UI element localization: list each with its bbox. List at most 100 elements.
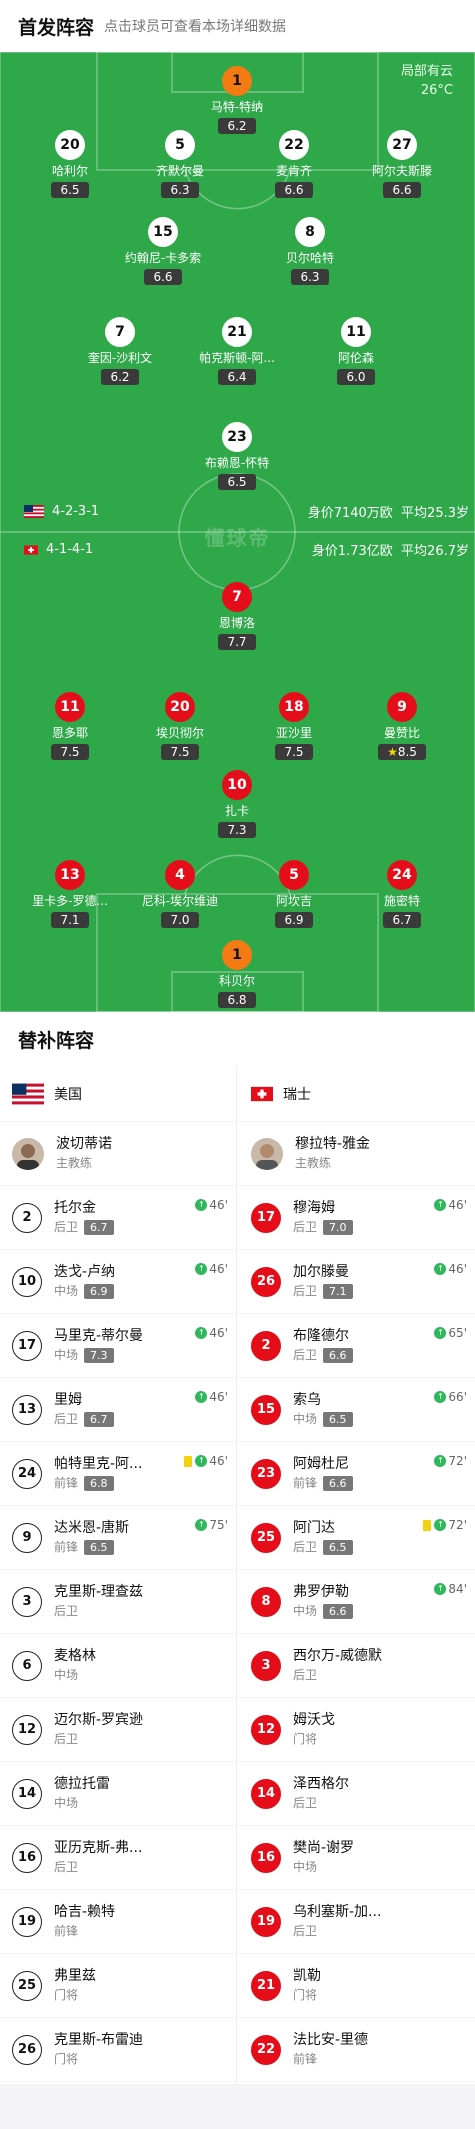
away-sub-25[interactable]: 25 阿门达 后卫 6.5 ↑ 72' bbox=[239, 1506, 475, 1570]
home-team-summary: 4-2-3-1 身价7140万欧 平均25.3岁 bbox=[24, 502, 469, 521]
player-number: 16 bbox=[12, 1842, 42, 1873]
away-sub-19[interactable]: 19 乌利塞斯-加... 后卫 bbox=[239, 1890, 475, 1954]
away-sub-22[interactable]: 22 法比安-里德 前锋 bbox=[239, 2018, 475, 2082]
away-sub-16[interactable]: 16 樊尚-谢罗 中场 bbox=[239, 1826, 475, 1890]
sub-minute: 84' bbox=[448, 1582, 467, 1596]
away-sub-15[interactable]: 15 索乌 中场 6.5 ↑ 66' bbox=[239, 1378, 475, 1442]
away-sub-26[interactable]: 26 加尔滕曼 后卫 7.1 ↑ 46' bbox=[239, 1250, 475, 1314]
home-sub-10[interactable]: 10 迭戈-卢纳 中场 6.9 ↑ 46' bbox=[0, 1250, 236, 1314]
player-position-line: 前锋 bbox=[293, 2050, 368, 2068]
player-rating: 6.7 bbox=[84, 1219, 114, 1235]
away-coach-row[interactable]: 穆拉特-雅金 主教练 bbox=[239, 1122, 475, 1186]
home-sub-9[interactable]: 9 达米恩-唐斯 前锋 6.5 ↑ 75' bbox=[0, 1506, 236, 1570]
away-player-1[interactable]: 1 科贝尔 6.8 bbox=[172, 940, 302, 1008]
rating-value: 7.1 bbox=[60, 913, 80, 927]
coach-avatar-icon bbox=[256, 1143, 278, 1170]
home-player-21[interactable]: 21 帕克斯顿-阿... 6.4 bbox=[172, 317, 302, 385]
player-position-line: 前锋 6.8 bbox=[54, 1474, 142, 1492]
home-player-23[interactable]: 23 布赖恩-怀特 6.5 bbox=[172, 422, 302, 490]
player-number: 2 bbox=[12, 1202, 42, 1233]
player-name: 阿伦森 bbox=[337, 351, 374, 365]
away-player-20[interactable]: 20 埃贝彻尔 7.5 bbox=[115, 692, 245, 760]
rating-value: 7.5 bbox=[284, 745, 304, 759]
player-rating: 6.6 bbox=[144, 269, 182, 285]
rating-value: 6.5 bbox=[227, 475, 247, 489]
sub-event: ↑ 75' bbox=[195, 1518, 228, 1532]
rating-value: 6.3 bbox=[300, 270, 320, 284]
home-sub-13[interactable]: 13 里姆 后卫 6.7 ↑ 46' bbox=[0, 1378, 236, 1442]
away-sub-3[interactable]: 3 西尔万-威德默 后卫 bbox=[239, 1634, 475, 1698]
home-coach-row[interactable]: 波切蒂诺 主教练 bbox=[0, 1122, 236, 1186]
home-player-8[interactable]: 8 贝尔哈特 6.3 bbox=[245, 217, 375, 285]
player-position: 后卫 bbox=[54, 1220, 79, 1234]
sub-event: ↑ 46' bbox=[434, 1262, 467, 1276]
away-sub-17[interactable]: 17 穆海姆 后卫 7.0 ↑ 46' bbox=[239, 1186, 475, 1250]
player-number: 22 bbox=[251, 2034, 281, 2065]
player-name: 帕特里克-阿... bbox=[54, 1456, 143, 1472]
rating-value: 6.6 bbox=[153, 270, 173, 284]
home-player-27[interactable]: 27 阿尔夫斯滕 6.6 bbox=[337, 130, 467, 198]
player-number: 25 bbox=[12, 1970, 42, 2001]
player-number: 20 bbox=[165, 692, 195, 722]
player-rating: 7.1 bbox=[323, 1283, 353, 1299]
rating-value: 7.0 bbox=[170, 913, 190, 927]
player-info: 里姆 后卫 6.7 bbox=[54, 1391, 114, 1428]
player-number: 3 bbox=[12, 1586, 42, 1617]
player-info: 樊尚-谢罗 中场 bbox=[293, 1839, 354, 1876]
home-sub-3[interactable]: 3 克里斯-理查兹 后卫 bbox=[0, 1570, 236, 1634]
player-name: 弗里兹 bbox=[54, 1968, 96, 1984]
home-sub-2[interactable]: 2 托尔金 后卫 6.7 ↑ 46' bbox=[0, 1186, 236, 1250]
player-info: 凯勒 门将 bbox=[293, 1967, 321, 2004]
player-number: 19 bbox=[12, 1906, 42, 1937]
away-player-4[interactable]: 4 尼科-埃尔维迪 7.0 bbox=[115, 860, 245, 928]
away-sub-2[interactable]: 2 布隆德尔 后卫 6.6 ↑ 65' bbox=[239, 1314, 475, 1378]
player-position: 门将 bbox=[293, 1732, 318, 1746]
away-sub-21[interactable]: 21 凯勒 门将 bbox=[239, 1954, 475, 2018]
player-position: 中场 bbox=[293, 1412, 318, 1426]
player-number: 7 bbox=[222, 582, 252, 612]
player-name: 尼科-埃尔维迪 bbox=[141, 894, 219, 908]
player-number: 25 bbox=[251, 1522, 281, 1553]
player-position-line: 后卫 bbox=[293, 1922, 381, 1940]
away-player-10[interactable]: 10 扎卡 7.3 bbox=[172, 770, 302, 838]
home-sub-19[interactable]: 19 哈吉-赖特 前锋 bbox=[0, 1890, 236, 1954]
player-info: 西尔万-威德默 后卫 bbox=[293, 1647, 382, 1684]
home-sub-17[interactable]: 17 马里克-蒂尔曼 中场 7.3 ↑ 46' bbox=[0, 1314, 236, 1378]
home-sub-6[interactable]: 6 麦格林 中场 bbox=[0, 1634, 236, 1698]
home-sub-26[interactable]: 26 克里斯-布雷迪 门将 bbox=[0, 2018, 236, 2082]
home-sub-24[interactable]: 24 帕特里克-阿... 前锋 6.8 ↑ 46' bbox=[0, 1442, 236, 1506]
player-position: 门将 bbox=[293, 1988, 318, 2002]
player-rating: 6.9 bbox=[275, 912, 313, 928]
home-player-11[interactable]: 11 阿伦森 6.0 bbox=[291, 317, 421, 385]
player-rating: 7.5 bbox=[51, 744, 89, 760]
home-player-1[interactable]: 1 马特-特纳 6.2 bbox=[172, 66, 302, 134]
home-sub-14[interactable]: 14 德拉托雷 中场 bbox=[0, 1762, 236, 1826]
player-position: 后卫 bbox=[54, 1732, 79, 1746]
home-player-15[interactable]: 15 约翰尼-卡多索 6.6 bbox=[98, 217, 228, 285]
sub-event: ↑ 46' bbox=[195, 1262, 228, 1276]
sub-in-icon: ↑ bbox=[434, 1455, 447, 1467]
away-sub-8[interactable]: 8 弗罗伊勒 中场 6.6 ↑ 84' bbox=[239, 1570, 475, 1634]
usa-flag-icon bbox=[12, 1083, 44, 1104]
sub-minute: 65' bbox=[448, 1326, 467, 1340]
away-sub-23[interactable]: 23 阿姆杜尼 前锋 6.6 ↑ 72' bbox=[239, 1442, 475, 1506]
away-player-9[interactable]: 9 曼赞比 ★8.5 bbox=[337, 692, 467, 760]
away-sub-12[interactable]: 12 姆沃戈 门将 bbox=[239, 1698, 475, 1762]
subs-title: 替补阵容 bbox=[0, 1012, 475, 1066]
player-rating: 6.0 bbox=[337, 369, 375, 385]
player-position: 后卫 bbox=[293, 1540, 318, 1554]
player-rating: 6.5 bbox=[218, 474, 256, 490]
rating-value: 7.5 bbox=[170, 745, 190, 759]
player-name: 布隆德尔 bbox=[293, 1328, 349, 1344]
away-sub-14[interactable]: 14 泽西格尔 后卫 bbox=[239, 1762, 475, 1826]
away-player-24[interactable]: 24 施密特 6.7 bbox=[337, 860, 467, 928]
away-player-7[interactable]: 7 恩博洛 7.7 bbox=[172, 582, 302, 650]
home-sub-25[interactable]: 25 弗里兹门将 bbox=[0, 1954, 236, 2018]
home-player-7[interactable]: 7 奎因-沙利文 6.2 bbox=[55, 317, 185, 385]
avatar bbox=[251, 1137, 283, 1170]
home-sub-16[interactable]: 16 亚历克斯-弗... 后卫 bbox=[0, 1826, 236, 1890]
home-player-5[interactable]: 5 齐默尔曼 6.3 bbox=[115, 130, 245, 198]
home-sub-12[interactable]: 12 迈尔斯-罗宾逊 后卫 bbox=[0, 1698, 236, 1762]
sub-event: ↑ 46' bbox=[195, 1390, 228, 1404]
player-position: 门将 bbox=[54, 1988, 79, 2002]
